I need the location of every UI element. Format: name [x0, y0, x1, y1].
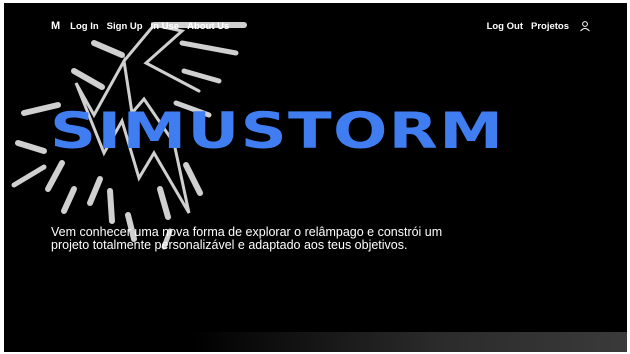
- page-frame: M Log In Sign Up In Use About Us Log Out…: [4, 3, 627, 352]
- user-icon[interactable]: [579, 20, 591, 32]
- nav-in-use-link[interactable]: In Use: [151, 21, 180, 32]
- nav-right: Log Out Projetos: [479, 20, 591, 32]
- bottom-gradient: [4, 332, 627, 352]
- logo[interactable]: M: [51, 20, 60, 32]
- nav-projetos-link[interactable]: Projetos: [531, 21, 569, 32]
- nav-signup-link[interactable]: Sign Up: [107, 21, 143, 32]
- nav-login-link[interactable]: Log In: [70, 21, 99, 32]
- hero-description: Vem conhecer uma nova forma de explorar …: [51, 225, 443, 252]
- nav-about-us-link[interactable]: About Us: [187, 21, 229, 32]
- nav-left: M Log In Sign Up In Use About Us: [51, 20, 237, 32]
- nav-logout-link[interactable]: Log Out: [487, 21, 523, 32]
- lightning-illustration: [11, 22, 247, 250]
- hero-title: SIMUSTORM: [50, 102, 505, 160]
